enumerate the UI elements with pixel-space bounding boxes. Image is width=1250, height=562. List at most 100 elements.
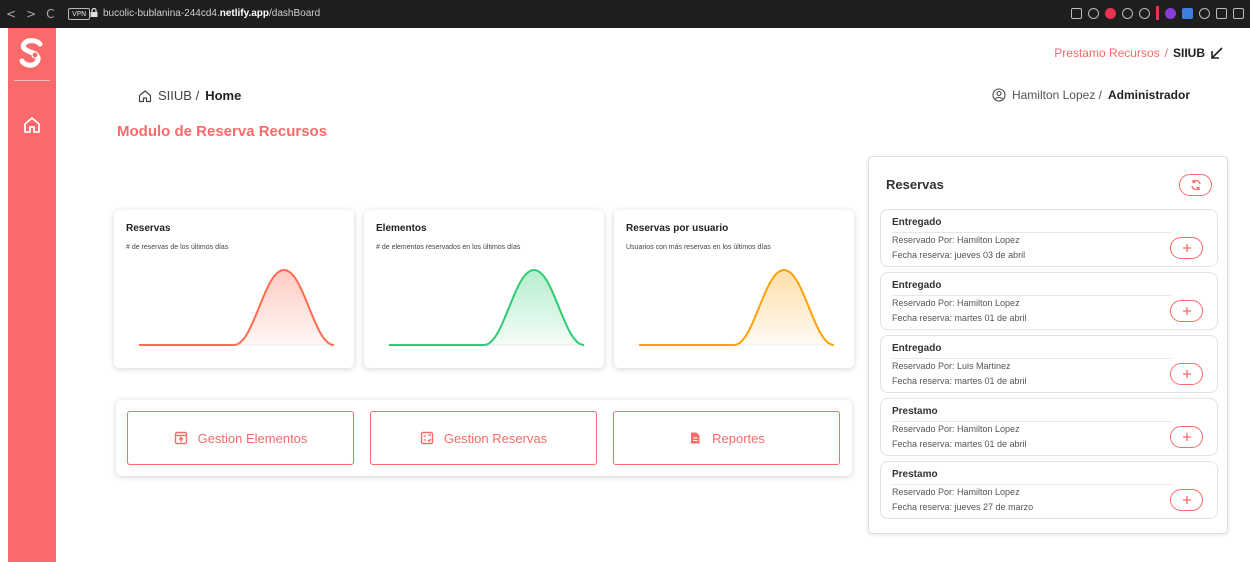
lock-icon <box>90 8 98 17</box>
stat-card-reservas: Reservas # de reservas de los últimos dí… <box>114 210 354 368</box>
breadcrumb: SIIUB / Home <box>138 88 241 103</box>
add-button[interactable] <box>1170 363 1203 385</box>
plus-icon <box>1182 433 1191 441</box>
user-circle-icon <box>992 88 1006 102</box>
profile-icon[interactable] <box>1216 7 1227 19</box>
reserva-date: Fecha reserva: martes 01 de abril <box>892 313 1027 323</box>
reserva-item: Entregado Reservado Por: Luis Martinez F… <box>880 335 1218 393</box>
button-label: Gestion Elementos <box>197 430 308 446</box>
button-label: Reportes <box>712 430 765 446</box>
card-title: Elementos <box>376 223 427 234</box>
reserva-item: Prestamo Reservado Por: Hamilton Lopez F… <box>880 398 1218 456</box>
divider <box>892 421 1172 422</box>
divider <box>892 484 1172 485</box>
reserva-status: Prestamo <box>892 469 938 480</box>
user-role: Administrador <box>1107 88 1190 102</box>
document-icon <box>691 432 700 444</box>
reserva-date: Fecha reserva: martes 01 de abril <box>892 439 1027 449</box>
reserva-status: Entregado <box>892 217 942 228</box>
url-prefix: bucolic-bublanina-244cd4. <box>103 8 220 19</box>
browser-nav: < > C <box>6 7 55 21</box>
app-logo-icon[interactable] <box>19 38 45 68</box>
url-domain: netlify.app <box>219 8 270 19</box>
add-button[interactable] <box>1170 489 1203 511</box>
extension-icon[interactable] <box>1165 7 1176 19</box>
stat-card-elementos: Elementos # de elementos reservados en l… <box>364 210 604 368</box>
usuarios-chart <box>634 268 835 346</box>
card-title: Reservas por usuario <box>626 223 729 234</box>
gestion-elementos-button[interactable]: Gestion Elementos <box>127 411 354 465</box>
reservas-panel: Reservas Entregado Reservado Por: Hamilt… <box>868 156 1228 534</box>
breadcrumb-root[interactable]: SIIUB / <box>158 88 199 103</box>
card-subtitle: # de reservas de los últimos días <box>126 244 229 251</box>
checklist-icon <box>420 431 434 445</box>
app-crumb-link[interactable]: Prestamo Recursos <box>1054 46 1159 60</box>
extensions-area <box>1071 6 1244 20</box>
user-name: Hamilton Lopez / <box>1011 88 1102 102</box>
elementos-chart <box>384 268 585 346</box>
refresh-button[interactable] <box>1179 174 1212 196</box>
upload-box-icon <box>174 431 187 445</box>
app-root: < > C VPN bucolic-bublanina-244cd4.netli… <box>0 0 1250 562</box>
reservas-chart <box>134 268 335 346</box>
shield-extension-icon[interactable] <box>1105 7 1116 19</box>
refresh-icon <box>1190 179 1201 191</box>
home-icon[interactable] <box>23 116 41 134</box>
plus-icon <box>1182 244 1191 252</box>
page-title: Modulo de Reserva Recursos <box>117 123 328 140</box>
reserva-by: Reservado Por: Hamilton Lopez <box>892 298 1020 308</box>
reserva-date: Fecha reserva: jueves 27 de marzo <box>892 502 1034 512</box>
arrow-down-left-icon[interactable] <box>1210 46 1224 60</box>
breadcrumb-current: Home <box>205 88 242 103</box>
reserva-by: Reservado Por: Hamilton Lopez <box>892 487 1020 497</box>
reservas-list: Entregado Reservado Por: Hamilton Lopez … <box>880 209 1218 524</box>
add-button[interactable] <box>1170 237 1203 259</box>
reportes-button[interactable]: Reportes <box>613 411 840 465</box>
wallet-icon[interactable] <box>1182 7 1193 19</box>
app-crumb-current: SIIUB <box>1172 46 1205 60</box>
home-icon[interactable] <box>138 89 152 103</box>
stat-card-reservas-usuario: Reservas por usuario Usuarios con más re… <box>614 210 854 368</box>
sidebar <box>8 28 56 562</box>
card-subtitle: Usuarios con más reservas en los últimos… <box>626 244 771 251</box>
actions-panel: Gestion Elementos Gestion Reservas Repor… <box>116 400 852 476</box>
card-subtitle: # de elementos reservados en los últimos… <box>376 244 521 251</box>
app-crumb: Prestamo Recursos / SIIUB <box>1054 46 1224 60</box>
reserva-item: Entregado Reservado Por: Hamilton Lopez … <box>880 209 1218 267</box>
plus-icon <box>1182 370 1191 378</box>
screenshot-icon[interactable] <box>1071 7 1082 19</box>
divider <box>892 295 1172 296</box>
reserva-status: Entregado <box>892 280 942 291</box>
reservas-title: Reservas <box>886 177 944 192</box>
reload-icon[interactable]: C <box>46 7 54 21</box>
reserva-status: Prestamo <box>892 406 938 417</box>
reserva-date: Fecha reserva: martes 01 de abril <box>892 376 1027 386</box>
reserva-status: Entregado <box>892 343 942 354</box>
play-icon[interactable] <box>1122 7 1133 19</box>
reserva-by: Reservado Por: Luis Martinez <box>892 361 1011 371</box>
heart-icon[interactable] <box>1139 7 1150 19</box>
sidebar-divider <box>14 80 50 81</box>
plus-icon <box>1182 307 1191 315</box>
reserva-date: Fecha reserva: jueves 03 de abril <box>892 250 1026 260</box>
plus-icon <box>1182 496 1191 504</box>
cube-icon[interactable] <box>1199 7 1210 19</box>
add-button[interactable] <box>1170 300 1203 322</box>
card-title: Reservas <box>126 223 171 234</box>
vpn-badge[interactable]: VPN <box>68 8 91 20</box>
forward-icon[interactable]: > <box>26 7 36 21</box>
address-bar[interactable]: bucolic-bublanina-244cd4.netlify.app/das… <box>103 7 320 20</box>
url-path: /dashBoard <box>269 8 321 19</box>
divider <box>892 358 1172 359</box>
gestion-reservas-button[interactable]: Gestion Reservas <box>370 411 597 465</box>
user-info[interactable]: Hamilton Lopez / Administrador <box>992 88 1190 102</box>
button-label: Gestion Reservas <box>443 430 548 446</box>
camera-icon[interactable] <box>1088 7 1099 19</box>
browser-toolbar: < > C VPN bucolic-bublanina-244cd4.netli… <box>0 0 1250 28</box>
back-icon[interactable]: < <box>6 7 16 21</box>
download-icon[interactable] <box>1233 7 1244 19</box>
divider <box>892 232 1172 233</box>
add-button[interactable] <box>1170 426 1203 448</box>
reserva-item: Entregado Reservado Por: Hamilton Lopez … <box>880 272 1218 330</box>
reserva-by: Reservado Por: Hamilton Lopez <box>892 424 1020 434</box>
